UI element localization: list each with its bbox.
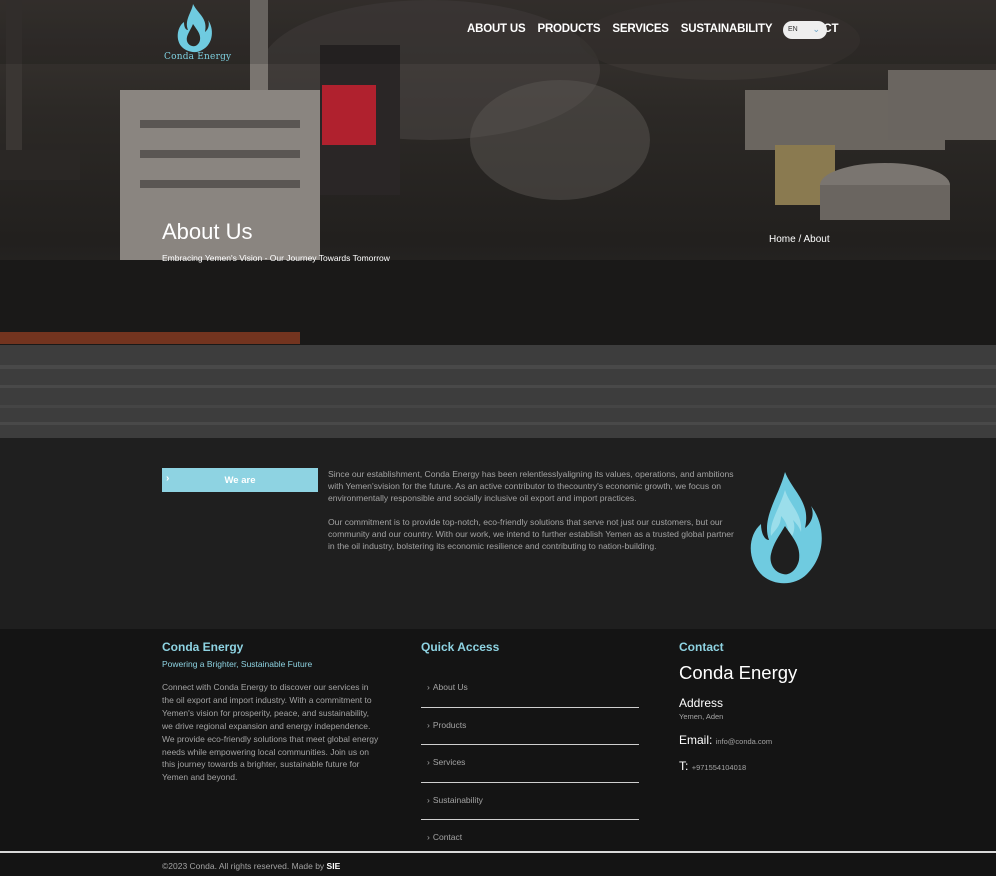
footer-description: Connect with Conda Energy to discover ou…	[162, 682, 379, 783]
brand-logo-text: Conda Energy	[164, 52, 232, 62]
nav-services[interactable]: SERVICES	[612, 23, 669, 35]
email-row: Email: info@conda.com	[679, 733, 879, 747]
footer-contact-column: Contact Conda Energy Address Yemen, Aden…	[679, 640, 879, 773]
chevron-right-icon: ›	[427, 794, 430, 805]
we-are-tab[interactable]: › We are	[162, 468, 318, 492]
nav-about-us[interactable]: ABOUT US	[467, 23, 526, 35]
chevron-right-icon: ›	[427, 682, 430, 692]
address-value: Yemen, Aden	[679, 712, 724, 721]
about-text: Since our establishment, Conda Energy ha…	[328, 468, 738, 552]
page: Conda Energy ABOUT US PRODUCTS SERVICES …	[0, 0, 996, 876]
about-section: › We are Since our establishment, Conda …	[0, 438, 996, 629]
quick-link-label: Contact	[432, 832, 463, 842]
phone-label: T:	[679, 759, 689, 773]
we-are-label: We are	[224, 475, 256, 486]
footer: Conda Energy Powering a Brighter, Sustai…	[0, 629, 996, 858]
copyright-text: ©2023 Conda. All rights reserved. Made b…	[162, 861, 340, 871]
copyright-bar: ©2023 Conda. All rights reserved. Made b…	[0, 851, 996, 876]
address-label: Address	[679, 696, 724, 710]
email-label: Email:	[679, 733, 713, 747]
chevron-right-icon: ›	[427, 719, 430, 730]
nav-sustainability[interactable]: SUSTAINABILITY	[681, 23, 773, 35]
flame-drop-icon	[750, 472, 822, 584]
quick-link-services[interactable]: › Services	[421, 745, 639, 783]
page-title: About Us	[162, 219, 253, 244]
footer-brand-title: Conda Energy	[162, 640, 244, 654]
phone-row: T: +971554104018	[679, 759, 879, 773]
quick-link-products[interactable]: › Products	[421, 708, 639, 745]
page-subtitle: Embracing Yemen's Vision - Our Journey T…	[162, 253, 390, 263]
quick-link-sustainability[interactable]: › Sustainability	[421, 783, 639, 820]
language-value: EN	[788, 26, 798, 33]
chevron-right-icon: ›	[427, 832, 430, 842]
breadcrumb[interactable]: Home / About	[769, 234, 830, 245]
made-by-link[interactable]: SIE	[327, 861, 341, 871]
hero-background-image	[0, 0, 996, 438]
chevron-down-icon: ⌄	[812, 24, 820, 34]
quick-link-label: Products	[432, 719, 467, 730]
email-link[interactable]: info@conda.com	[716, 737, 772, 746]
contact-title: Contact	[679, 640, 724, 654]
about-paragraph-1: Since our establishment, Conda Energy ha…	[328, 469, 734, 504]
footer-tagline: Powering a Brighter, Sustainable Future	[162, 659, 313, 669]
footer-brand-column: Conda Energy Powering a Brighter, Sustai…	[162, 640, 382, 784]
quick-link-label: Services	[432, 757, 466, 767]
hero-banner: Conda Energy ABOUT US PRODUCTS SERVICES …	[0, 0, 996, 438]
quick-links-list: › About Us › Products › Services › Sustainab…	[421, 670, 639, 858]
language-select[interactable]: EN ⌄	[783, 21, 827, 39]
phone-link[interactable]: +971554104018	[692, 763, 746, 772]
quick-link-about-us[interactable]: › About Us	[421, 670, 639, 708]
quick-link-label: About Us	[432, 682, 468, 692]
nav-products[interactable]: PRODUCTS	[537, 23, 600, 35]
chevron-right-icon: ›	[427, 757, 430, 767]
about-paragraph-2: Our commitment is to provide top-notch, …	[328, 516, 734, 552]
footer-quick-access-column: Quick Access › About Us › Products › Servic…	[421, 640, 639, 858]
copyright-label: ©2023 Conda. All rights reserved. Made b…	[162, 861, 327, 871]
quick-link-label: Sustainability	[432, 794, 483, 805]
contact-company: Conda Energy	[679, 662, 798, 683]
quick-access-title: Quick Access	[421, 640, 500, 654]
